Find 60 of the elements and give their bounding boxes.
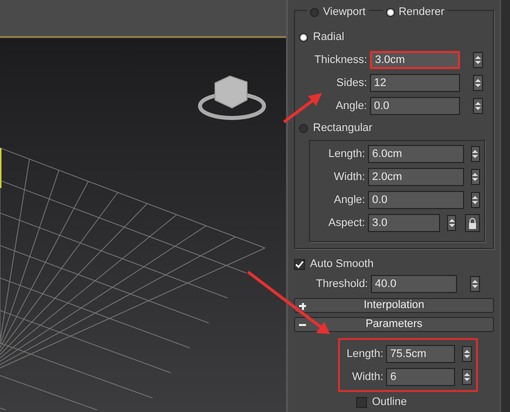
spinner-button[interactable] <box>446 215 456 231</box>
field-label: Width: <box>351 370 384 385</box>
input-field[interactable]: 40.0 <box>371 275 457 294</box>
field-label: Angle: <box>332 192 366 208</box>
checkbox[interactable] <box>294 258 305 270</box>
input-field[interactable]: 0.0 <box>370 97 460 115</box>
option-label: Renderer <box>398 5 444 20</box>
field-label: Angle: <box>334 98 367 114</box>
spinner-arrows-icon <box>475 78 481 88</box>
option-label: Viewport <box>323 5 366 20</box>
option-label: Rectangular <box>313 121 372 136</box>
spinner-button[interactable] <box>462 368 472 385</box>
spinner-button[interactable] <box>473 52 483 68</box>
option-label: Radial <box>313 30 344 46</box>
lock-icon <box>468 218 478 228</box>
spinner-button[interactable] <box>470 146 480 162</box>
input-field[interactable]: 6 <box>386 368 456 386</box>
spinner-arrows-icon <box>464 348 470 359</box>
input-field[interactable]: 6.0cm <box>368 145 464 163</box>
input-field[interactable]: 3.0 <box>368 214 440 232</box>
spinner-button[interactable] <box>462 346 472 362</box>
field-label: Width: <box>332 170 366 185</box>
spinner-arrows-icon <box>448 218 455 228</box>
field-label: Threshold: <box>315 276 368 292</box>
spinner-button[interactable] <box>473 75 483 91</box>
viewcube-drawing[interactable] <box>198 75 266 120</box>
input-field[interactable]: 0.0 <box>368 191 464 209</box>
rollout-header[interactable]: Parameters <box>294 317 494 332</box>
spinner-arrows-icon <box>464 372 470 382</box>
checkmark-icon <box>295 260 304 269</box>
annotation-arrow <box>283 93 322 124</box>
field-label: Thickness: <box>313 52 367 68</box>
spinner-button[interactable] <box>473 98 483 114</box>
field-label: Length: <box>327 146 366 162</box>
radio-button[interactable] <box>299 33 308 42</box>
option-label: Outline <box>372 394 407 410</box>
radio-button[interactable] <box>299 124 308 133</box>
radio-button[interactable] <box>386 8 395 17</box>
spinner-arrows-icon <box>475 55 481 65</box>
field-label: Length: <box>346 346 384 362</box>
input-field[interactable]: 75.5cm <box>386 344 456 363</box>
radio-button[interactable] <box>310 8 319 17</box>
spinner-arrows-icon <box>472 279 478 290</box>
option-label: Auto Smooth <box>310 257 374 272</box>
spinner-button[interactable] <box>470 276 480 292</box>
checkbox[interactable] <box>356 396 367 408</box>
spinner-arrows-icon <box>472 172 478 182</box>
spinner-arrows-icon <box>472 195 478 205</box>
field-label: Aspect: <box>327 216 366 231</box>
spinner-button[interactable] <box>470 192 480 208</box>
input-field[interactable]: 12 <box>370 74 460 92</box>
scrollbar[interactable] <box>500 0 510 412</box>
input-field[interactable]: 3.0cm <box>370 51 460 69</box>
spinner-button[interactable] <box>470 169 480 185</box>
field-label: Sides: <box>335 76 367 91</box>
spinner-arrows-icon <box>475 101 481 111</box>
spinner-arrows-icon <box>472 149 478 159</box>
input-field[interactable]: 2.0cm <box>368 168 464 186</box>
rollout-header[interactable]: Interpolation <box>294 298 494 314</box>
lock-button[interactable] <box>465 214 480 232</box>
